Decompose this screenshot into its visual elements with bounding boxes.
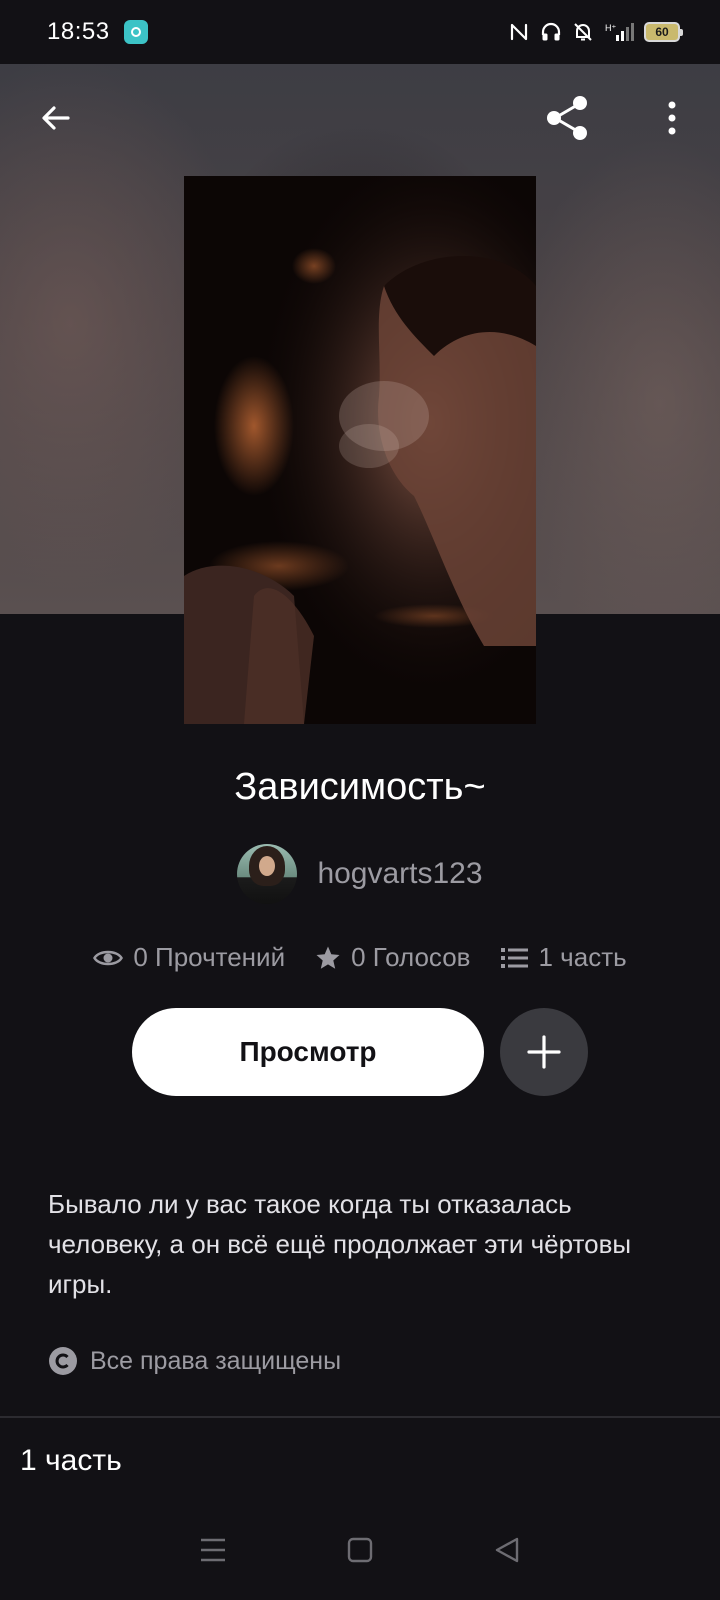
- system-navigation-bar: [0, 1500, 720, 1600]
- list-icon: [500, 947, 528, 968]
- back-button[interactable]: [26, 88, 86, 148]
- headphones-icon: [541, 22, 561, 41]
- reads-stat: 0 Прочтений: [93, 942, 285, 973]
- author-avatar[interactable]: [237, 844, 298, 904]
- app-notification-icon: [123, 20, 148, 44]
- menu-button[interactable]: [183, 1520, 243, 1580]
- battery-icon: 60: [644, 22, 683, 42]
- nfc-icon: [510, 23, 528, 41]
- view-button[interactable]: Просмотр: [132, 1008, 484, 1096]
- back-nav-button[interactable]: [477, 1520, 537, 1580]
- signal-icon: H⁺: [605, 23, 634, 41]
- section-divider: [0, 1416, 720, 1418]
- home-button[interactable]: [330, 1520, 390, 1580]
- story-description: Бывало ли у вас такое когда ты отказалас…: [48, 1189, 632, 1299]
- more-vertical-icon: [668, 101, 676, 135]
- reads-count: 0 Прочтений: [133, 942, 286, 972]
- copyright-label: Все права защищены: [90, 1346, 342, 1375]
- author-name[interactable]: hogvarts123: [317, 857, 482, 891]
- status-time: 18:53: [47, 18, 110, 45]
- svg-text:H⁺: H⁺: [605, 23, 616, 33]
- copyright-row: Все права защищены: [48, 1346, 341, 1376]
- add-to-library-button[interactable]: [500, 1008, 588, 1096]
- back-triangle-icon: [495, 1537, 518, 1563]
- bell-off-icon: [574, 23, 592, 41]
- author-row[interactable]: hogvarts123: [0, 844, 720, 904]
- share-icon: [547, 96, 587, 140]
- menu-icon: [201, 1538, 226, 1562]
- arrow-left-icon: [42, 106, 70, 130]
- parts-heading[interactable]: 1 часть: [20, 1444, 122, 1478]
- parts-count: 1 часть: [538, 942, 627, 972]
- top-toolbar: [0, 88, 720, 152]
- story-stats: 0 Прочтений 0 Голосов 1 часть: [0, 942, 720, 973]
- status-icons: H⁺ 60: [508, 21, 683, 43]
- status-bar: 18:53 H⁺ 60: [0, 0, 720, 64]
- story-details-screen: 18:53 H⁺ 60 Зависимость~ hogvarts123 0 П…: [0, 0, 720, 1600]
- parts-stat: 1 часть: [500, 942, 627, 973]
- votes-stat: 0 Голосов: [315, 942, 471, 973]
- votes-count: 0 Голосов: [351, 942, 471, 972]
- more-options-button[interactable]: [642, 88, 702, 148]
- battery-level: 60: [655, 25, 669, 39]
- star-icon: [316, 946, 340, 969]
- home-square-icon: [347, 1537, 373, 1563]
- share-button[interactable]: [538, 88, 598, 148]
- story-cover-image[interactable]: [184, 176, 536, 724]
- eye-icon: [93, 950, 124, 965]
- plus-icon: [527, 1035, 561, 1069]
- story-title: Зависимость~: [234, 766, 486, 808]
- copyright-icon: [49, 1347, 77, 1375]
- cover-art: [184, 176, 536, 724]
